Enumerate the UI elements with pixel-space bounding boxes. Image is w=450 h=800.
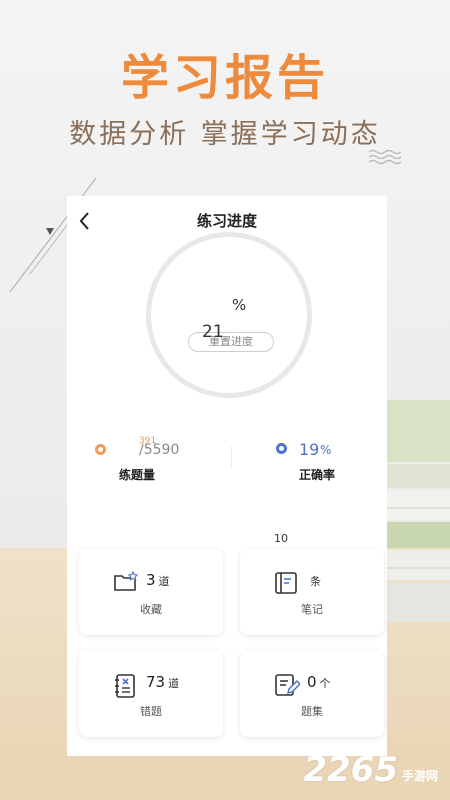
reset-progress-button[interactable]: 重置进度 [188,332,274,352]
wrong-questions-card[interactable]: 73 道 错题 [79,651,223,737]
stats-divider [231,446,232,468]
hero-subtitle: 数据分析 掌握学习动态 [69,119,381,150]
favorites-card[interactable]: 3道 收藏 [79,549,223,635]
accuracy-dot-icon [276,443,287,454]
wrong-unit: 道 [168,677,180,690]
favorites-unit: 道 [158,575,170,588]
progress-value: 21 [202,322,224,342]
edit-list-icon [275,674,300,696]
watermark: 2265 手游网 [303,750,438,790]
wave-icon [368,149,402,164]
favorites-count: 3 [146,571,156,589]
notes-card[interactable]: 条 笔记 [240,549,384,635]
wrong-count-group: 73 道 [146,673,179,691]
question-sets-card[interactable]: 0个 题集 [240,651,384,737]
sets-count-group: 0个 [307,673,331,691]
watermark-text: 手游网 [401,769,438,783]
favorites-label: 收藏 [140,603,162,616]
app-screen: 练习进度 % 重置进度 21 391 /5590 练题量 19 % 正确率 10… [67,196,387,756]
floating-count: 10 [274,532,288,545]
sets-unit: 个 [319,677,331,690]
progress-percent-sign: % [232,296,247,314]
practice-label: 练题量 [119,468,156,482]
hero-title: 学习报告 [120,50,329,106]
wrong-count: 73 [146,673,166,691]
accuracy-percent-sign: % [320,443,332,457]
practice-total-count: /5590 [139,442,180,458]
notes-label: 笔记 [301,603,323,616]
wrong-label: 错题 [140,705,162,718]
practice-dot-icon [95,444,106,455]
notebook-icon [275,572,297,594]
books-image [386,400,450,622]
folder-star-icon [114,571,139,591]
accuracy-label: 正确率 [299,468,336,482]
progress-ring [146,232,312,398]
sets-count: 0 [307,673,317,691]
wrong-book-icon [115,674,135,698]
sets-label: 题集 [301,705,323,718]
notes-count-group: 条 [307,571,321,589]
favorites-count-group: 3道 [146,571,170,589]
notes-unit: 条 [310,575,321,588]
accuracy-value: 19 [299,440,320,459]
screen-title: 练习进度 [196,212,257,230]
watermark-number: 2265 [303,750,398,790]
